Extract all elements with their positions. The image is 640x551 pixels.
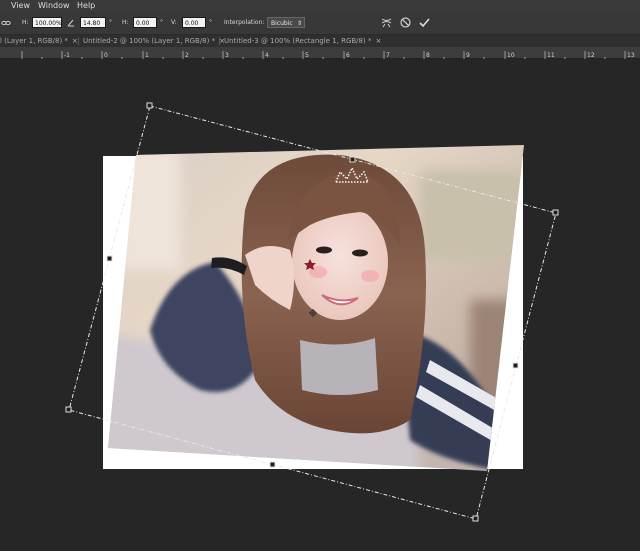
tab-document-1[interactable]: l (Layer 1, RGB/8) * × — [0, 35, 78, 47]
canvas-workspace[interactable] — [0, 59, 640, 547]
transform-handle-right[interactable] — [512, 362, 519, 369]
menu-help[interactable]: Help — [77, 0, 95, 12]
ruler-label: 4 — [265, 52, 269, 59]
chevron-updown-icon: ⇕ — [296, 20, 302, 27]
width-label: H: — [22, 19, 29, 26]
tab-label: Untitled-2 @ 100% (Layer 1, RGB/8) * — [83, 37, 216, 45]
angle-unit: ° — [109, 19, 112, 26]
ruler-label: 2 — [185, 52, 189, 59]
h-skew-unit: ° — [160, 19, 163, 26]
ruler-label: 7 — [386, 52, 390, 59]
transform-handle-left[interactable] — [106, 255, 113, 262]
v-skew-field[interactable]: 0.00 — [182, 17, 206, 28]
ruler-label: 0 — [104, 52, 108, 59]
interpolation-select[interactable]: Bicubic ⇕ — [267, 17, 305, 28]
tab-document-3[interactable]: Untitled-3 @ 100% (Rectangle 1, RGB/8) *… — [224, 35, 381, 47]
interpolation-label: Interpolation: — [224, 19, 265, 26]
tab-divider — [78, 37, 79, 45]
tab-divider — [219, 37, 220, 45]
checkmark-icon[interactable] — [418, 16, 431, 29]
tab-label: Untitled-3 @ 100% (Rectangle 1, RGB/8) * — [224, 37, 372, 45]
transform-handle-bottom[interactable] — [269, 461, 276, 468]
ruler-label: 1 — [145, 52, 149, 59]
v-skew-unit: ° — [209, 19, 212, 26]
angle-field[interactable]: 14.80 — [80, 17, 106, 28]
ruler-label: 8 — [426, 52, 430, 59]
width-field[interactable]: 100.00% — [32, 17, 62, 28]
transform-handle-top[interactable] — [349, 156, 356, 163]
options-bar: H: 100.00% 14.80 ° H: 0.00 ° V: 0.00 ° I… — [0, 12, 640, 35]
warp-icon[interactable] — [380, 16, 393, 29]
ruler-label: 12 — [587, 52, 595, 59]
h-skew-label: H: — [122, 19, 129, 26]
interpolation-value: Bicubic — [271, 20, 293, 27]
ruler-label: 5 — [305, 52, 309, 59]
h-skew-field[interactable]: 0.00 — [133, 17, 157, 28]
transform-handle-bottom-right[interactable] — [472, 515, 479, 522]
close-icon[interactable]: × — [72, 37, 78, 45]
ruler-label: 10 — [507, 52, 515, 59]
menu-view[interactable]: View — [11, 0, 30, 12]
ruler-label: 13 — [627, 52, 635, 59]
transform-handle-top-right[interactable] — [552, 209, 559, 216]
document-canvas[interactable] — [0, 59, 640, 547]
horizontal-ruler[interactable]: -1 0 1 2 3 4 5 6 7 8 9 10 11 12 13 — [0, 47, 640, 62]
menu-bar: View Window Help — [0, 0, 640, 12]
tab-label: l (Layer 1, RGB/8) * — [0, 37, 68, 45]
ruler-label: 9 — [466, 52, 470, 59]
cancel-icon[interactable] — [399, 16, 412, 29]
tab-document-2[interactable]: Untitled-2 @ 100% (Layer 1, RGB/8) * × — [83, 35, 225, 47]
transform-handle-top-left[interactable] — [146, 102, 153, 109]
transform-handle-bottom-left[interactable] — [65, 406, 72, 413]
ruler-label: -1 — [64, 52, 70, 59]
document-tab-bar: l (Layer 1, RGB/8) * × Untitled-2 @ 100% … — [0, 35, 640, 47]
ruler-label: 3 — [225, 52, 229, 59]
menu-window[interactable]: Window — [38, 0, 70, 12]
close-icon[interactable]: × — [375, 37, 381, 45]
ruler-label: 11 — [547, 52, 555, 59]
v-skew-label: V: — [171, 19, 177, 26]
ruler-label: 6 — [346, 52, 350, 59]
